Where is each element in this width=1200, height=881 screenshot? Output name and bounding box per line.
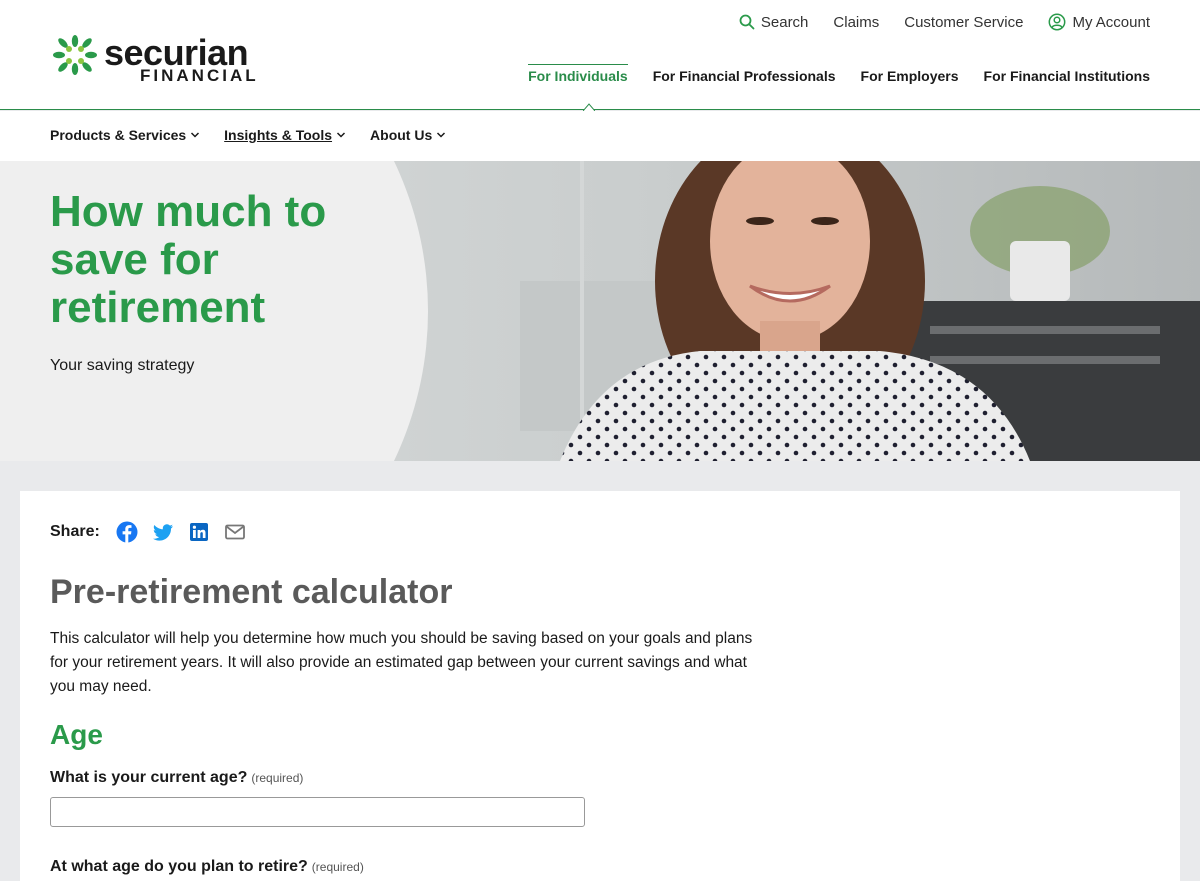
menu-products-services[interactable]: Products & Services [50,127,200,143]
section-heading-age: Age [50,719,103,750]
tab-for-financial-institutions[interactable]: For Financial Institutions [984,68,1150,84]
linkedin-icon[interactable] [188,521,210,543]
menu-products-services-label: Products & Services [50,127,187,143]
facebook-icon[interactable] [116,521,138,543]
required-note: (required) [251,771,304,785]
secondary-nav: Products & Services Insights & Tools Abo… [0,111,1200,161]
customer-service-link[interactable]: Customer Service [904,14,1023,31]
utility-nav: Search Claims Customer Service My Accoun… [739,12,1150,32]
chevron-down-icon [337,132,346,138]
claims-label: Claims [833,13,880,31]
tab-for-financial-professionals[interactable]: For Financial Professionals [653,68,836,84]
twitter-icon[interactable] [152,521,174,543]
hero-subtitle: Your saving strategy [50,357,195,374]
menu-insights-tools[interactable]: Insights & Tools [224,127,346,143]
email-icon[interactable] [224,521,246,543]
customer-service-label: Customer Service [904,13,1024,31]
search-label: Search [760,13,809,31]
chevron-down-icon [437,132,446,138]
claims-link[interactable]: Claims [833,14,879,31]
audience-nav: For Individuals For Financial Profession… [528,64,1150,84]
securian-logo[interactable]: securian FINANCIAL [50,33,272,87]
search-link[interactable]: Search [739,13,809,31]
logo-subtext: FINANCIAL [140,66,259,85]
menu-about-us[interactable]: About Us [370,127,446,143]
my-account-link[interactable]: My Account [1048,13,1150,31]
menu-insights-tools-label: Insights & Tools [224,127,333,143]
my-account-label: My Account [1072,13,1150,31]
active-tab-caret-icon [583,103,595,111]
retire-age-label: At what age do you plan to retire? (requi… [50,858,364,876]
calculator-card: Share: Pre-retirement calculator This ca… [20,491,1180,881]
user-circle-icon [1049,13,1066,31]
search-icon [739,14,755,30]
share-label: Share: [50,523,100,540]
current-age-question: What is your current age? [50,769,248,786]
tab-for-individuals[interactable]: For Individuals [528,64,628,84]
menu-about-us-label: About Us [370,127,433,143]
chevron-down-icon [191,132,200,138]
current-age-input[interactable] [50,797,585,827]
tab-for-employers[interactable]: For Employers [861,68,959,84]
calculator-description: This calculator will help you determine … [50,630,753,695]
retire-age-question: At what age do you plan to retire? [50,858,308,875]
securian-logo-mark-icon [53,35,97,75]
calculator-title: Pre-retirement calculator [50,573,453,611]
share-bar: Share: [50,521,246,543]
current-age-label: What is your current age? (required) [50,769,303,787]
page-title: How much to save for retirement [50,187,327,332]
required-note: (required) [311,860,364,874]
hero-banner: How much to save for retirement Your sav… [0,161,1200,461]
site-header: securian FINANCIAL Search Claims Custome… [0,0,1200,111]
